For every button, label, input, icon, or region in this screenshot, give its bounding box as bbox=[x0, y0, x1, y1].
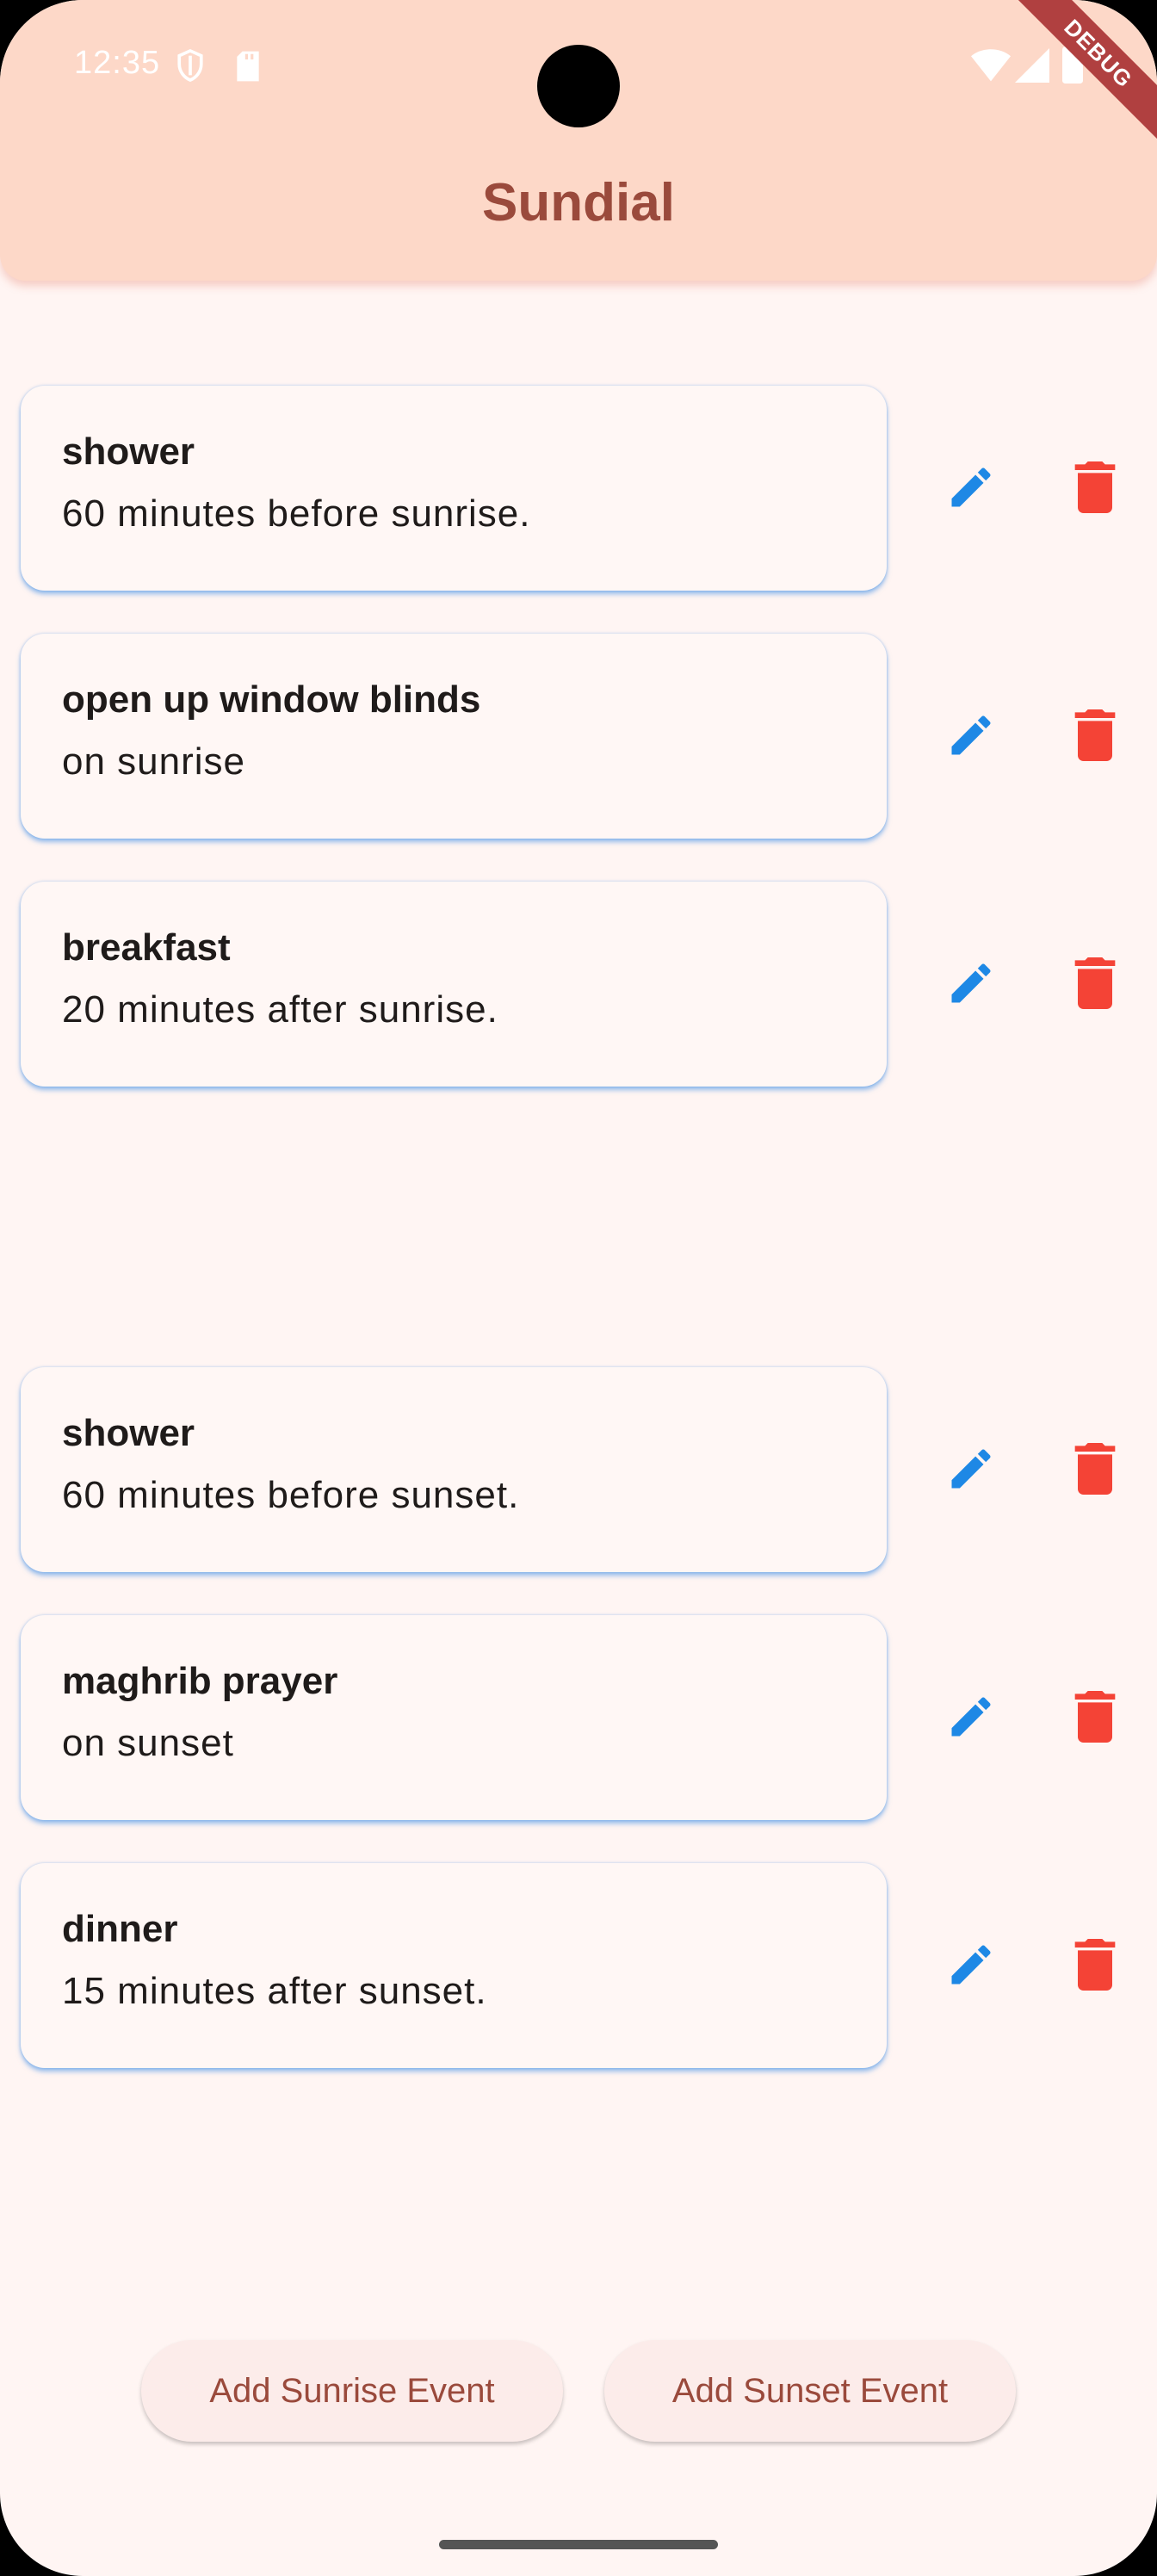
edit-button[interactable] bbox=[928, 692, 1014, 778]
delete-button[interactable] bbox=[1052, 1674, 1138, 1760]
pencil-icon bbox=[951, 715, 991, 755]
signal-icon bbox=[1014, 48, 1050, 83]
pencil-icon bbox=[951, 468, 991, 507]
shield-icon bbox=[176, 48, 205, 83]
edit-button[interactable] bbox=[928, 1426, 1014, 1512]
event-card-sunrise-blinds[interactable]: open up window blinds on sunrise bbox=[21, 634, 887, 839]
pencil-icon bbox=[951, 1697, 991, 1737]
trash-icon bbox=[1074, 461, 1116, 513]
event-name: dinner bbox=[62, 1908, 178, 1950]
event-description: 20 minutes after sunrise. bbox=[62, 988, 498, 1031]
event-name: shower bbox=[62, 1412, 195, 1454]
event-card-sunrise-shower[interactable]: shower 60 minutes before sunrise. bbox=[21, 386, 887, 591]
event-description: 60 minutes before sunset. bbox=[62, 1474, 520, 1516]
edit-button[interactable] bbox=[928, 444, 1014, 530]
sd-card-icon bbox=[234, 50, 262, 83]
wifi-icon bbox=[971, 48, 1011, 83]
event-description: 60 minutes before sunrise. bbox=[62, 492, 531, 535]
event-name: shower bbox=[62, 430, 195, 473]
trash-icon bbox=[1074, 957, 1116, 1009]
edit-button[interactable] bbox=[928, 1922, 1014, 2008]
pencil-icon bbox=[951, 1449, 991, 1489]
delete-button[interactable] bbox=[1052, 940, 1138, 1026]
trash-icon bbox=[1074, 1443, 1116, 1495]
app-bar: 12:35 DEBUG Sundial bbox=[0, 0, 1157, 281]
event-card-sunset-maghrib[interactable]: maghrib prayer on sunset bbox=[21, 1615, 887, 1820]
event-name: maghrib prayer bbox=[62, 1660, 338, 1702]
trash-icon bbox=[1074, 709, 1116, 761]
edit-button[interactable] bbox=[928, 1674, 1014, 1760]
add-sunrise-event-button[interactable]: Add Sunrise Event bbox=[141, 2340, 563, 2442]
event-card-sunset-shower[interactable]: shower 60 minutes before sunset. bbox=[21, 1367, 887, 1572]
trash-icon bbox=[1074, 1939, 1116, 1991]
pencil-icon bbox=[951, 1945, 991, 1985]
delete-button[interactable] bbox=[1052, 444, 1138, 530]
event-description: on sunset bbox=[62, 1722, 234, 1764]
page-title: Sundial bbox=[482, 173, 675, 232]
pencil-icon bbox=[951, 963, 991, 1003]
event-card-sunset-dinner[interactable]: dinner 15 minutes after sunset. bbox=[21, 1863, 887, 2068]
delete-button[interactable] bbox=[1052, 692, 1138, 778]
app-screen: 12:35 DEBUG Sundial shower 60 minutes be… bbox=[0, 0, 1157, 2576]
camera-cutout bbox=[537, 45, 620, 127]
delete-button[interactable] bbox=[1052, 1426, 1138, 1512]
add-sunset-event-button[interactable]: Add Sunset Event bbox=[604, 2340, 1016, 2442]
event-card-sunrise-breakfast[interactable]: breakfast 20 minutes after sunrise. bbox=[21, 882, 887, 1087]
event-name: open up window blinds bbox=[62, 678, 481, 721]
home-indicator[interactable] bbox=[439, 2540, 718, 2549]
status-time: 12:35 bbox=[74, 45, 161, 81]
trash-icon bbox=[1074, 1691, 1116, 1743]
delete-button[interactable] bbox=[1052, 1922, 1138, 2008]
event-description: on sunrise bbox=[62, 740, 246, 783]
edit-button[interactable] bbox=[928, 940, 1014, 1026]
event-description: 15 minutes after sunset. bbox=[62, 1970, 487, 2012]
event-name: breakfast bbox=[62, 926, 231, 969]
